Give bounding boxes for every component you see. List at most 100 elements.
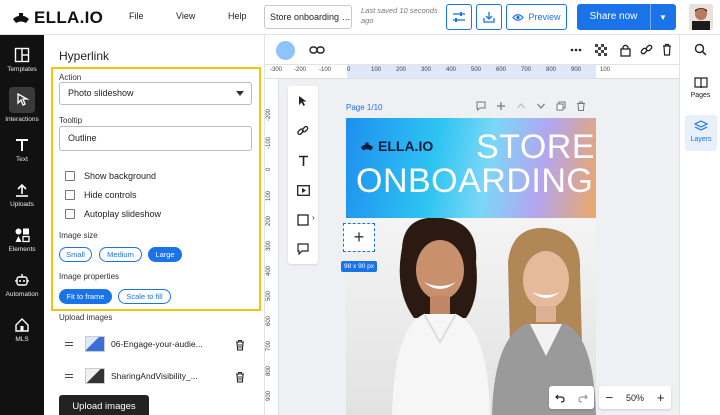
drag-handle-icon[interactable]: [65, 342, 73, 346]
banner-logo-text: ELLA.IO: [378, 138, 434, 154]
autoplay-slideshow-checkbox-row[interactable]: Autoplay slideshow: [65, 209, 161, 219]
ruler-tick: -100: [319, 67, 332, 73]
more-options-icon[interactable]: [570, 48, 582, 52]
size-large-option[interactable]: Large: [148, 247, 182, 262]
ruler-tick: 600: [496, 67, 507, 73]
right-rail-layers[interactable]: Layers: [685, 115, 717, 151]
chevron-right-icon[interactable]: ›: [312, 213, 315, 222]
horizontal-ruler: -300 -200 -100 0 100 200 300 400 500 600…: [265, 65, 679, 79]
rail-item-text[interactable]: Text: [0, 137, 44, 163]
right-rail-pages[interactable]: Pages: [680, 75, 720, 109]
woman-curly-hair-image: [392, 218, 490, 415]
layers-icon: [694, 120, 708, 131]
select-tool[interactable]: [295, 93, 311, 109]
hide-controls-checkbox-row[interactable]: Hide controls: [65, 190, 137, 200]
ruler-tick: 0: [347, 67, 351, 73]
ruler-tick: 700: [266, 340, 272, 351]
delete-icon[interactable]: [662, 43, 672, 56]
download-icon: [483, 12, 495, 23]
rail-item-uploads[interactable]: Uploads: [0, 182, 44, 208]
zoom-in-icon[interactable]: +: [657, 390, 665, 405]
size-medium-option[interactable]: Medium: [99, 247, 142, 262]
rail-label-text: Text: [16, 156, 28, 163]
menu-view[interactable]: View: [176, 11, 195, 21]
trash-icon[interactable]: [235, 371, 245, 383]
duplicate-page-icon[interactable]: [556, 101, 566, 111]
link-icon[interactable]: [309, 45, 325, 55]
rail-item-interactions[interactable]: Interactions: [0, 87, 44, 123]
text-tool[interactable]: [295, 153, 311, 169]
upload-item[interactable]: SharingAndVisibility_...: [65, 366, 198, 386]
ruler-tick: 0: [266, 167, 272, 171]
menu-file[interactable]: File: [129, 11, 144, 21]
fit-to-frame-option[interactable]: Fit to frame: [59, 289, 112, 304]
zoom-level[interactable]: 50%: [626, 393, 644, 403]
link-icon: [297, 125, 309, 136]
design-page[interactable]: ELLA.IO STORE ONBOARDING: [346, 118, 596, 415]
show-background-checkbox-row[interactable]: Show background: [65, 171, 156, 181]
ruler-tick: 500: [471, 67, 482, 73]
upload-file-name: 06-Engage-your-audie...: [111, 339, 203, 349]
tooltip-input[interactable]: Outline: [59, 126, 252, 151]
autoplay-slideshow-label: Autoplay slideshow: [84, 209, 162, 219]
document-name-input[interactable]: Store onboarding p...: [264, 5, 352, 29]
right-rail: Pages Layers: [679, 35, 720, 415]
rail-label-interactions: Interactions: [5, 116, 39, 123]
ruler-tick: -200: [294, 67, 307, 73]
upload-images-button[interactable]: Upload images: [59, 395, 149, 415]
logo-text: ELLA.IO: [34, 8, 104, 27]
lock-icon[interactable]: [620, 43, 631, 57]
rail-item-templates[interactable]: Templates: [0, 47, 44, 73]
hide-controls-checkbox[interactable]: [65, 190, 75, 200]
ruler-tick: 100: [600, 67, 611, 73]
rail-item-automation[interactable]: Automation: [0, 272, 44, 298]
add-page-icon[interactable]: [496, 101, 506, 111]
rail-label-automation: Automation: [5, 291, 39, 298]
trash-icon[interactable]: [235, 339, 245, 351]
download-button[interactable]: [476, 4, 502, 30]
zoom-out-icon[interactable]: −: [605, 390, 613, 405]
link-chain-icon[interactable]: [640, 43, 653, 56]
fill-color-swatch[interactable]: [276, 41, 295, 60]
chevron-up-icon[interactable]: [516, 101, 526, 111]
vertical-ruler: -200 -100 0 100 200 300 400 500 600 700 …: [265, 79, 279, 415]
rail-item-mls[interactable]: MLS: [0, 317, 44, 343]
video-tool[interactable]: [295, 182, 311, 198]
settings-sliders-button[interactable]: [446, 4, 472, 30]
transparency-icon[interactable]: [595, 44, 607, 56]
ruler-tick: -100: [266, 136, 272, 149]
mls-icon: [15, 318, 29, 332]
share-now-button[interactable]: Share now ▼: [577, 4, 676, 30]
app-logo[interactable]: ELLA.IO: [12, 8, 103, 28]
hyperlink-hotspot[interactable]: +: [343, 223, 375, 252]
search-icon[interactable]: [694, 43, 707, 56]
ruler-tick: 100: [371, 67, 382, 73]
chevron-down-icon[interactable]: [536, 101, 546, 111]
delete-page-icon[interactable]: [576, 101, 586, 111]
drag-handle-icon[interactable]: [65, 374, 73, 378]
menu-help[interactable]: Help: [228, 11, 247, 21]
redo-icon[interactable]: [578, 393, 588, 403]
show-background-checkbox[interactable]: [65, 171, 75, 181]
link-tool[interactable]: [295, 123, 311, 139]
templates-icon: [14, 47, 30, 63]
preview-button[interactable]: Preview: [506, 4, 567, 30]
right-rail-layers-label: Layers: [690, 136, 712, 143]
user-avatar[interactable]: [689, 4, 713, 30]
scale-to-fill-option[interactable]: Scale to fill: [118, 289, 171, 304]
undo-icon[interactable]: [555, 393, 565, 403]
pages-icon: [693, 77, 708, 89]
autoplay-slideshow-checkbox[interactable]: [65, 209, 75, 219]
rail-item-elements[interactable]: Elements: [0, 227, 44, 253]
shape-tool[interactable]: ›: [295, 212, 315, 228]
size-small-option[interactable]: Small: [59, 247, 92, 262]
upload-thumbnail: [85, 368, 105, 384]
comment-tool[interactable]: [295, 241, 311, 257]
upload-item[interactable]: 06-Engage-your-audie...: [65, 334, 203, 354]
comment-icon[interactable]: [476, 101, 486, 111]
action-select-value: Photo slideshow: [68, 88, 134, 98]
action-select[interactable]: Photo slideshow: [59, 82, 252, 105]
banner-heading-line2: ONBOARDING: [356, 162, 594, 200]
share-dropdown-chevron-icon[interactable]: ▼: [651, 13, 675, 22]
selection-size-badge: 98 x 90 px: [341, 261, 377, 272]
